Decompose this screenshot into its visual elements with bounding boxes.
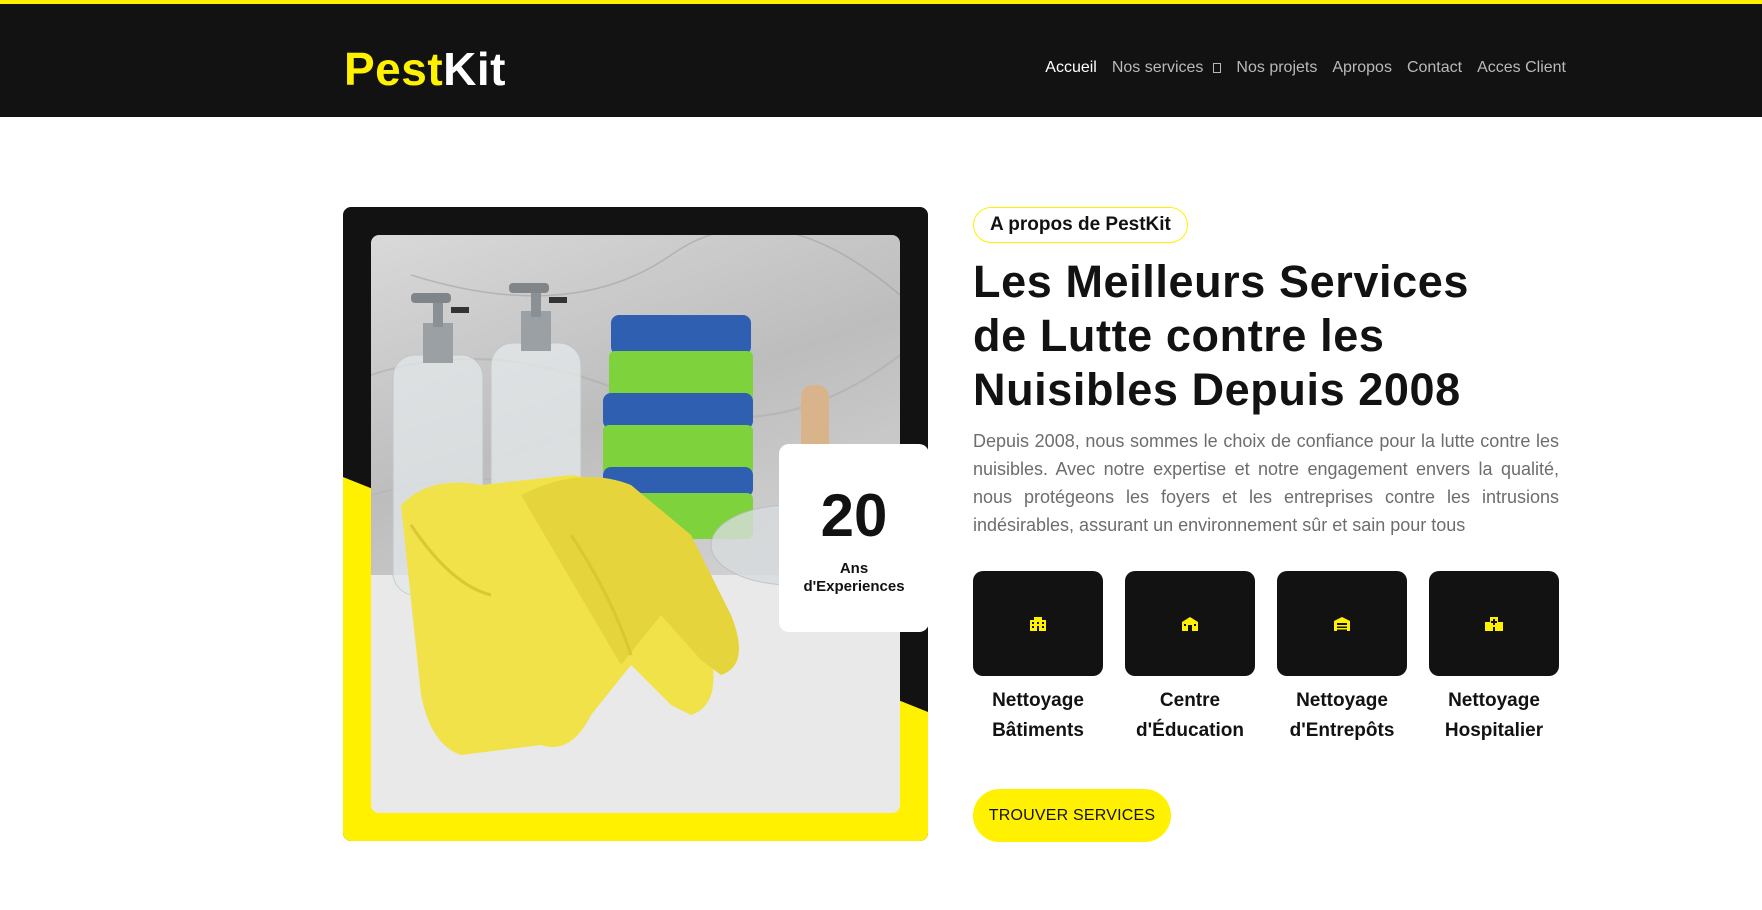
about-content: A propos de PestKit Les Meilleurs Servic… [973,207,1559,539]
building-icon [1030,616,1046,631]
nav-item-contact[interactable]: Contact [1407,59,1462,77]
title-line: Les Meilleurs Services [973,256,1469,307]
nav-item-label: Accueil [1045,59,1097,76]
nav-item-acces-client[interactable]: Acces Client [1477,59,1566,77]
hospital-icon [1485,616,1503,631]
service-card[interactable]: Nettoyage Hospitalier [1429,571,1559,746]
service-card[interactable]: Nettoyage Bâtiments [973,571,1103,746]
nav-item-label: Nos services [1111,59,1204,76]
about-description: Depuis 2008, nous sommes le choix de con… [973,431,1559,535]
about-badge: A propos de PestKit [973,207,1188,243]
service-label: Nettoyage Hospitalier [1429,686,1559,746]
logo[interactable]: PestKit [344,46,506,92]
nav-item-apropos[interactable]: Apropos [1332,59,1392,77]
service-label: Nettoyage Bâtiments [973,686,1103,746]
warehouse-icon [1334,616,1350,631]
page-title: Les Meilleurs Services de Lutte contre l… [973,255,1559,417]
service-icon-box [1125,571,1255,676]
logo-part-kit: Kit [443,43,506,95]
service-card[interactable]: Centre d'Éducation [1125,571,1255,746]
service-icon-box [973,571,1103,676]
service-icon-box [1277,571,1407,676]
service-label-line2: d'Entrepôts [1289,720,1395,741]
service-label-line2: Hospitalier [1444,720,1544,741]
nav-item-label: Apropos [1332,59,1392,76]
service-label-line1: Nettoyage [992,690,1084,711]
service-label-line1: Nettoyage [1296,690,1388,711]
navbar: PestKit Accueil Nos services Nos projets… [0,4,1762,117]
logo-part-pest: Pest [344,43,444,95]
experience-label-line1: Ans [839,560,869,577]
service-label: Centre d'Éducation [1125,686,1255,746]
nav-item-nos-projets[interactable]: Nos projets [1236,59,1317,77]
main-nav: Accueil Nos services Nos projets Apropos… [1045,59,1566,77]
service-card[interactable]: Nettoyage d'Entrepôts [1277,571,1407,746]
title-line: Nuisibles Depuis 2008 [973,364,1461,415]
dropdown-icon [1213,63,1222,73]
service-label-line1: Centre [1159,690,1221,711]
service-label: Nettoyage d'Entrepôts [1277,686,1407,746]
service-icon-box [1429,571,1559,676]
nav-item-label: Contact [1406,59,1463,76]
service-label-line2: d'Éducation [1136,720,1244,741]
find-services-button[interactable]: TROUVER SERVICES [973,789,1171,842]
nav-item-nos-services[interactable]: Nos services [1112,59,1222,77]
experience-card: 20 Ans d'Experiences [779,444,929,632]
service-cards: Nettoyage Bâtiments Centre d'Éducation N… [973,571,1559,746]
experience-years: 20 [820,482,888,549]
school-icon [1182,616,1198,631]
nav-item-label: Nos projets [1236,59,1318,76]
service-label-line1: Nettoyage [1448,690,1540,711]
service-label-line2: Bâtiments [992,720,1084,741]
nav-item-accueil[interactable]: Accueil [1045,59,1097,77]
nav-item-label: Acces Client [1477,59,1566,76]
title-line: de Lutte contre les [973,310,1385,361]
experience-label-line2: d'Experiences [803,578,905,595]
experience-label: Ans d'Experiences [779,560,929,596]
